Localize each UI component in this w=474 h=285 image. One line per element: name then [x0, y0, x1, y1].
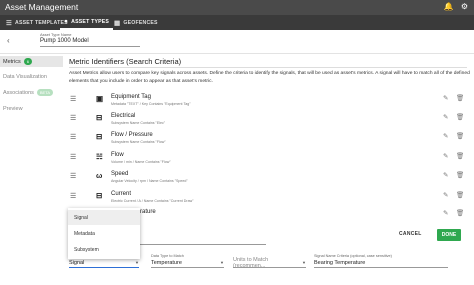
delete-icon[interactable]: 🗑 — [456, 209, 464, 217]
metric-name: Current — [111, 191, 132, 197]
chevron-down-icon: ▼ — [302, 260, 306, 265]
metric-criteria: Subsystem Name Contains "Flow" — [111, 140, 166, 144]
asset-type-name-label: Asset Type Name — [40, 32, 72, 37]
delete-icon[interactable]: 🗑 — [456, 113, 464, 121]
units-placeholder: Units to Match (recommen... — [233, 256, 269, 269]
metadata-icon: ▣ — [96, 94, 104, 103]
sidebar-item-label: Data Visualization — [3, 73, 47, 80]
chevron-down-icon: ▼ — [220, 260, 224, 265]
metric-name: Speed — [111, 171, 129, 177]
sidebar-item-label: Associations — [3, 89, 34, 96]
list-icon: ☰ — [6, 19, 13, 27]
metric-criteria: Electric Current / A / Name Contains "Cu… — [111, 199, 194, 203]
speed-icon: ω — [96, 171, 103, 180]
delete-icon[interactable]: 🗑 — [456, 191, 464, 199]
edit-icon[interactable]: ✎ — [443, 94, 448, 102]
signal-name-input[interactable]: Signal Name Criteria (optional, case sen… — [314, 254, 448, 268]
tab-geofences[interactable]: ▦ GEOFENCES — [110, 15, 162, 30]
sidebar-item-label: Metrics — [3, 58, 21, 65]
edit-icon[interactable]: ✎ — [443, 171, 448, 179]
metric-name: Flow — [111, 152, 124, 158]
done-button[interactable]: DONE — [437, 229, 461, 241]
metric-criteria: Subsystem Name Contains "Elec" — [111, 121, 166, 125]
metric-row[interactable]: ☰ ▣ Equipment Tag Metadata "TEXT" / Key … — [66, 93, 474, 112]
subsystem-icon: ⊟ — [96, 113, 103, 122]
signal-name-label: Signal Name Criteria (optional, case sen… — [314, 254, 392, 258]
sidebar-item-data-visualization[interactable]: Data Visualization — [0, 71, 63, 82]
dropdown-option-signal[interactable]: Signal — [68, 210, 140, 225]
page-header: ‹ Asset Type Name Pump 1000 Model — [0, 30, 474, 54]
edit-icon[interactable]: ✎ — [443, 132, 448, 140]
metric-criteria: Metadata "TEXT" / Key Contains "Equipmen… — [111, 102, 191, 106]
asset-type-name-input[interactable]: Pump 1000 Model — [40, 38, 140, 47]
edit-icon[interactable]: ✎ — [443, 152, 448, 160]
units-select[interactable]: Units to Match (recommen... ▼ — [233, 254, 306, 269]
data-type-select[interactable]: Data Type to Match Temperature ▼ — [151, 254, 224, 268]
drag-handle-icon[interactable]: ☰ — [70, 133, 76, 141]
type-dropdown-menu: Signal Metadata Subsystem — [68, 208, 140, 259]
metric-name: Equipment Tag — [111, 94, 151, 100]
drag-handle-icon[interactable]: ☰ — [70, 114, 76, 122]
section-description: Asset Metrics allow users to compare key… — [69, 71, 470, 84]
sidebar-item-preview[interactable]: Preview — [0, 103, 63, 114]
tab-label: ASSET TYPES — [71, 18, 110, 25]
beta-badge: BETA — [36, 89, 54, 96]
delete-icon[interactable]: 🗑 — [456, 152, 464, 160]
app-bar: Asset Management 🔔 ⚙ — [0, 0, 474, 15]
back-arrow-icon[interactable]: ‹ — [7, 36, 10, 45]
data-type-label: Data Type to Match — [151, 254, 184, 258]
drag-handle-icon[interactable]: ☰ — [70, 172, 76, 180]
tab-label: GEOFENCES — [123, 19, 158, 26]
bell-icon[interactable]: 🔔 — [444, 2, 454, 11]
metric-name: Electrical — [111, 113, 136, 119]
metric-row[interactable]: ☰ ⊟ Electrical Subsystem Name Contains "… — [66, 112, 474, 131]
metric-name: Flow / Pressure — [111, 132, 153, 138]
app-title: Asset Management — [5, 2, 79, 12]
edit-icon[interactable]: ✎ — [443, 191, 448, 199]
section-title: Metric Identifiers (Search Criteria) — [69, 57, 182, 66]
edit-icon[interactable]: ✎ — [443, 113, 448, 121]
tab-bar: ☰ ASSET TEMPLATES ● ASSET TYPES ▦ GEOFEN… — [0, 15, 474, 30]
divider — [69, 67, 467, 68]
divider — [140, 244, 266, 245]
delete-icon[interactable]: 🗑 — [456, 132, 464, 140]
metric-criteria: Angular Velocity / rpm / Name Contains "… — [111, 179, 188, 183]
metric-criteria: Volume / min / Name Contains "Flow" — [111, 160, 171, 164]
metric-row[interactable]: ☰ ⊟ Flow / Pressure Subsystem Name Conta… — [66, 131, 474, 150]
type-select-value: Signal — [69, 259, 85, 266]
delete-icon[interactable]: 🗑 — [456, 94, 464, 102]
edit-icon[interactable]: ✎ — [443, 209, 448, 217]
chevron-down-icon: ▼ — [135, 260, 139, 265]
dropdown-option-metadata[interactable]: Metadata — [68, 226, 140, 241]
drag-handle-icon[interactable]: ☰ — [70, 192, 76, 200]
metric-row[interactable]: ☰ ⊟ Current Electric Current / A / Name … — [66, 190, 474, 209]
metrics-count-badge: 6 — [23, 58, 32, 65]
drag-handle-icon[interactable]: ☰ — [70, 95, 76, 103]
sidebar-item-label: Preview — [3, 105, 23, 112]
tag-icon: ● — [64, 18, 69, 25]
metric-name: rature — [140, 209, 156, 215]
dropdown-option-subsystem[interactable]: Subsystem — [68, 242, 140, 257]
sidebar-item-associations[interactable]: Associations BETA — [0, 87, 63, 98]
data-type-value: Temperature — [151, 259, 182, 266]
current-icon: ⊟ — [96, 191, 103, 200]
gear-icon[interactable]: ⚙ — [461, 2, 468, 11]
flow-icon: ☵ — [96, 152, 103, 161]
delete-icon[interactable]: 🗑 — [456, 171, 464, 179]
layers-icon: ▦ — [114, 19, 121, 27]
subsystem-icon: ⊟ — [96, 132, 103, 141]
cancel-button[interactable]: CANCEL — [399, 231, 422, 237]
tab-asset-types[interactable]: ● ASSET TYPES — [60, 15, 114, 30]
sidebar: Metrics 6 Data Visualization Association… — [0, 55, 63, 285]
metric-row[interactable]: ☰ ☵ Flow Volume / min / Name Contains "F… — [66, 151, 474, 170]
signal-name-value: Bearing Temperature — [314, 259, 366, 266]
sidebar-item-metrics[interactable]: Metrics 6 — [0, 56, 63, 67]
drag-handle-icon[interactable]: ☰ — [70, 153, 76, 161]
metric-row[interactable]: ☰ ω Speed Angular Velocity / rpm / Name … — [66, 170, 474, 189]
